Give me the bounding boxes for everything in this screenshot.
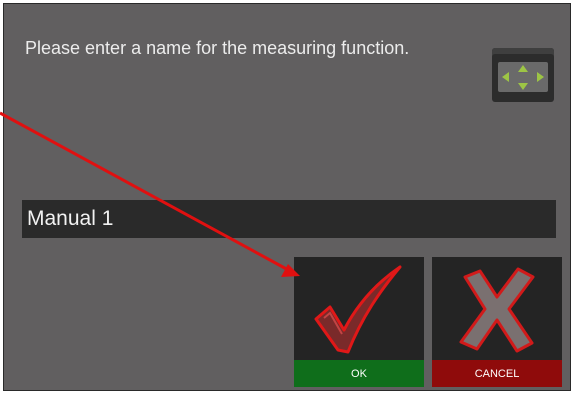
- checkmark-icon: [314, 265, 402, 354]
- prompt-text: Please enter a name for the measuring fu…: [25, 38, 410, 58]
- cancel-label: CANCEL: [432, 360, 562, 387]
- ok-label: OK: [294, 360, 424, 387]
- cancel-button[interactable]: CANCEL: [432, 257, 562, 387]
- x-icon: [459, 267, 535, 353]
- ok-button[interactable]: OK: [294, 257, 424, 387]
- move-keypad-button[interactable]: [492, 48, 554, 102]
- name-dialog: Please enter a name for the measuring fu…: [3, 3, 571, 391]
- function-name-input[interactable]: [22, 200, 556, 238]
- move-arrows-icon: [498, 62, 548, 92]
